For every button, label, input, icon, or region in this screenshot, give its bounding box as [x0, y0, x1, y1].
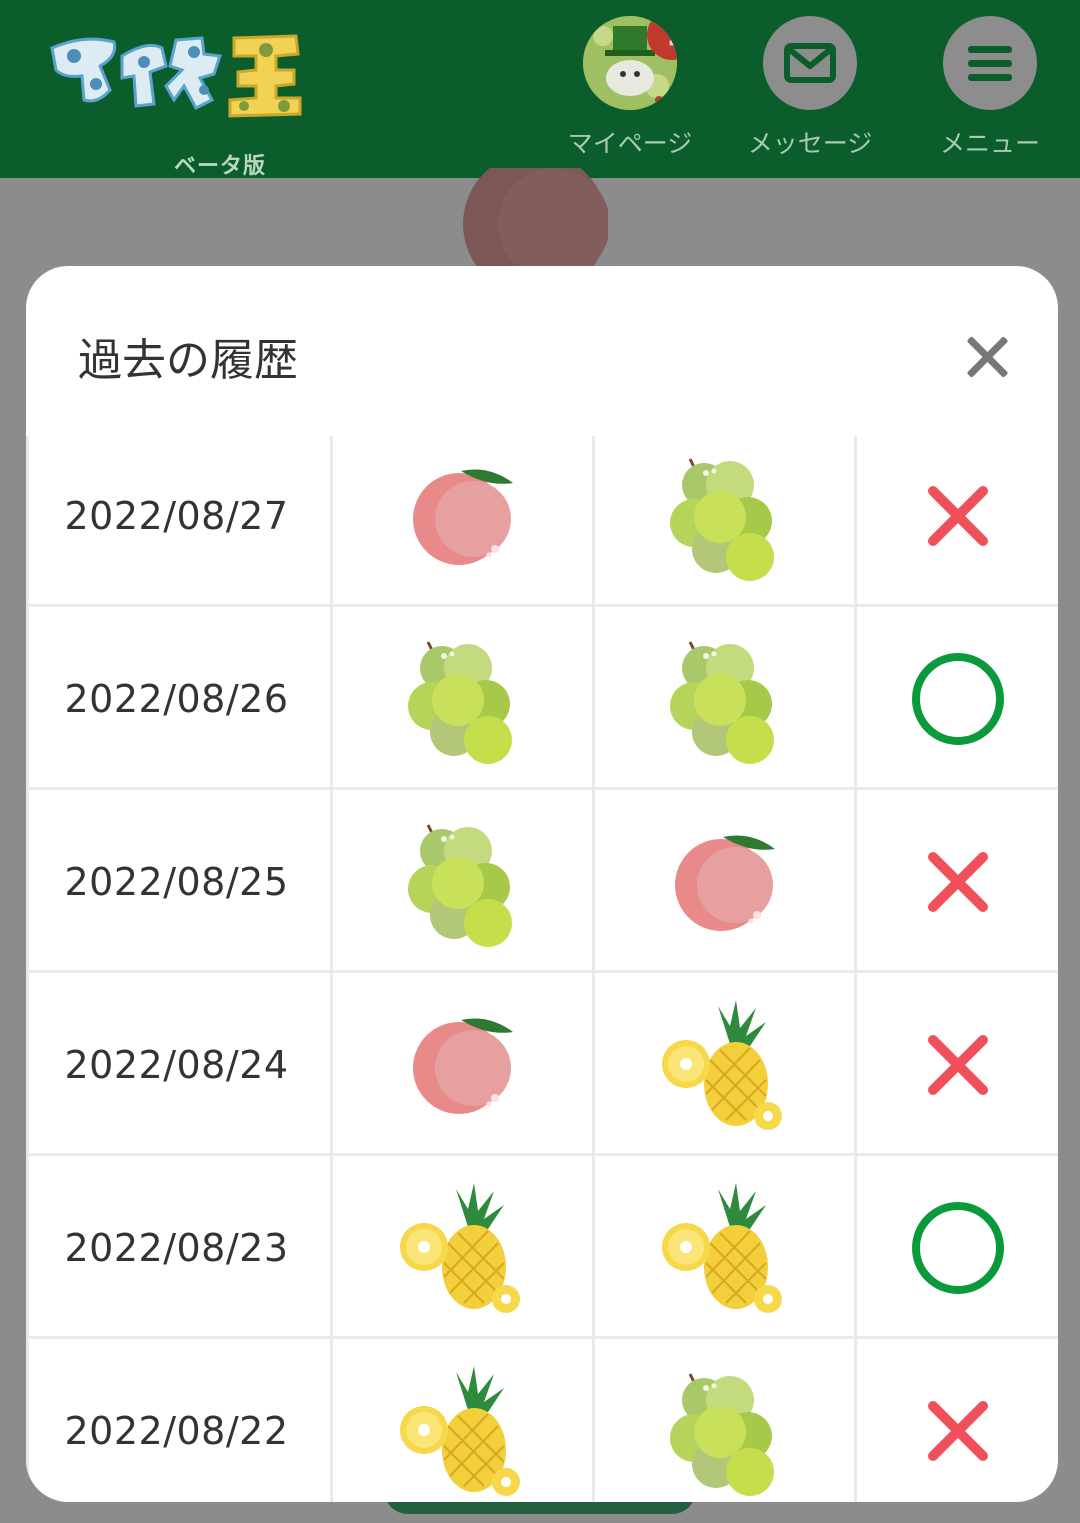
- peach-icon: [330, 436, 592, 607]
- envelope-icon: [784, 43, 836, 83]
- pineapple-icon: [330, 1156, 592, 1339]
- wrong-cross-icon: [854, 790, 1058, 973]
- date-cell: 2022/08/23: [26, 1156, 330, 1339]
- nav-mypage-label: マイページ: [567, 129, 693, 158]
- nav-mypage-button[interactable]: ! マイページ: [560, 16, 700, 160]
- pineapple-icon: [330, 1339, 592, 1502]
- history-date: 2022/08/24: [64, 1042, 289, 1087]
- logo-mark-icon: [50, 34, 302, 118]
- date-cell: 2022/08/24: [26, 973, 330, 1156]
- history-row: 2022/08/26: [26, 607, 1058, 790]
- nav-message-button[interactable]: メッセージ: [740, 16, 880, 160]
- history-modal: 過去の履歴 2022/08/27 2022/08/26 2022/08/25 2022…: [26, 266, 1058, 1502]
- grape-icon: [592, 436, 854, 607]
- app-header: ベータ版 ! マイページ メッセージ: [0, 0, 1080, 179]
- date-cell: 2022/08/25: [26, 790, 330, 973]
- grape-icon: [592, 1339, 854, 1502]
- history-row: 2022/08/23: [26, 1156, 1058, 1339]
- menu-circle: [943, 16, 1037, 110]
- history-date: 2022/08/22: [64, 1408, 289, 1453]
- history-rows: 2022/08/27 2022/08/26 2022/08/25 2022/08/24…: [26, 436, 1058, 1502]
- date-cell: 2022/08/26: [26, 607, 330, 790]
- correct-circle-icon: [854, 607, 1058, 790]
- avatar: !: [583, 16, 677, 110]
- logo[interactable]: ベータ版: [44, 26, 306, 179]
- modal-title: 過去の履歴: [78, 335, 298, 386]
- history-row: 2022/08/25: [26, 790, 1058, 973]
- date-cell: 2022/08/22: [26, 1339, 330, 1502]
- nav-menu-label: メニュー: [939, 129, 1040, 158]
- grape-icon: [330, 607, 592, 790]
- nav-menu-button[interactable]: メニュー: [920, 16, 1060, 160]
- wrong-cross-icon: [854, 1339, 1058, 1502]
- grape-icon: [592, 607, 854, 790]
- history-row: 2022/08/24: [26, 973, 1058, 1156]
- close-icon[interactable]: [964, 334, 1010, 380]
- history-date: 2022/08/27: [64, 493, 289, 538]
- history-table[interactable]: 2022/08/27 2022/08/26 2022/08/25 2022/08/24…: [26, 436, 1058, 1502]
- history-date: 2022/08/25: [64, 859, 289, 904]
- message-circle: [763, 16, 857, 110]
- history-row: 2022/08/22: [26, 1339, 1058, 1502]
- hamburger-icon: [968, 46, 1012, 81]
- history-date: 2022/08/26: [64, 676, 289, 721]
- date-cell: 2022/08/27: [26, 436, 330, 607]
- pineapple-icon: [592, 1156, 854, 1339]
- history-date: 2022/08/23: [64, 1225, 289, 1270]
- wrong-cross-icon: [854, 973, 1058, 1156]
- peach-icon: [592, 790, 854, 973]
- grape-icon: [330, 790, 592, 973]
- peach-icon: [330, 973, 592, 1156]
- logo-subtitle: ベータ版: [174, 154, 267, 179]
- wrong-cross-icon: [854, 436, 1058, 607]
- correct-circle-icon: [854, 1156, 1058, 1339]
- history-row: 2022/08/27: [26, 436, 1058, 607]
- nav-message-label: メッセージ: [747, 129, 873, 158]
- pineapple-icon: [592, 973, 854, 1156]
